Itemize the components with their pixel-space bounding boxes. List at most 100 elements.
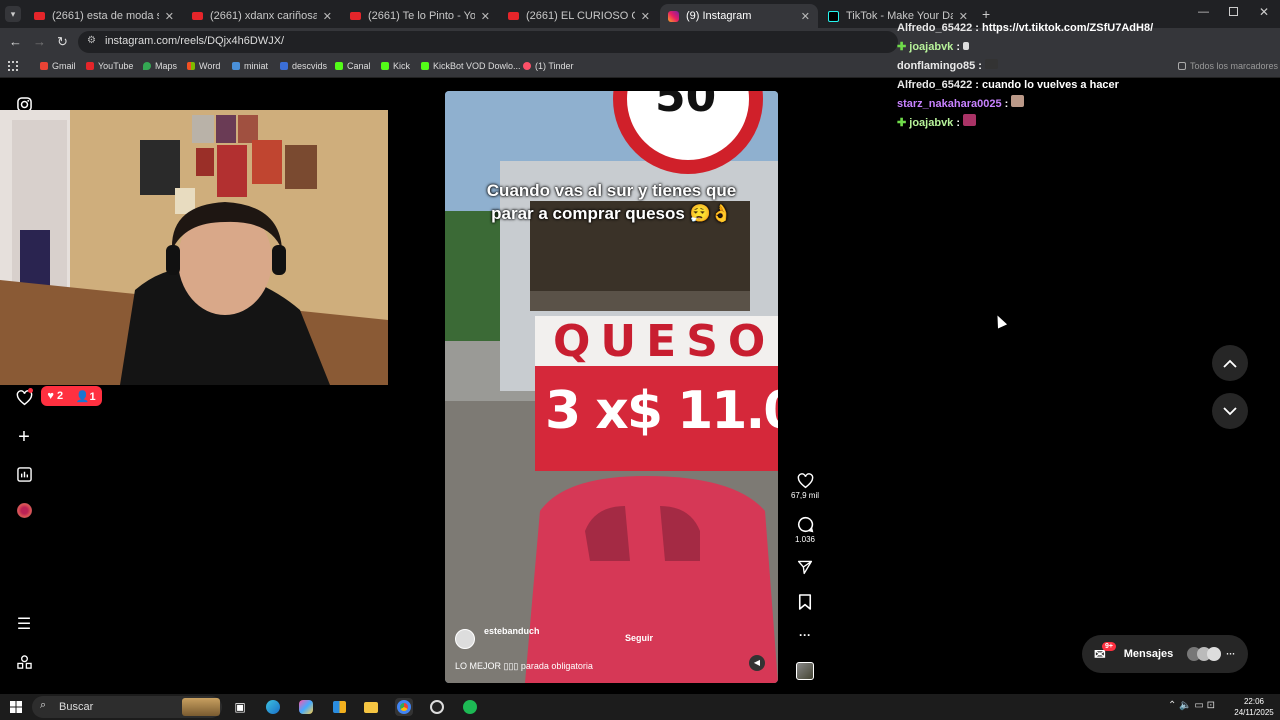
- close-tab-icon[interactable]: ✕: [641, 10, 650, 23]
- chat-message: starz_nakahara0025 :: [892, 95, 1277, 114]
- bookmark-word[interactable]: Word: [187, 61, 220, 71]
- close-tab-icon[interactable]: ✕: [801, 10, 810, 23]
- webcam-scene-image: [0, 110, 388, 385]
- youtube-icon: [86, 62, 94, 70]
- chrome-icon[interactable]: [395, 698, 413, 716]
- chat-message: ✚ joajabvk :: [892, 38, 1277, 57]
- apps-grid-icon[interactable]: [8, 61, 18, 71]
- bookmark-miniat[interactable]: miniat: [232, 61, 268, 71]
- comment-icon: [797, 516, 813, 533]
- edge-icon[interactable]: [264, 698, 282, 716]
- bookmark-kick[interactable]: Kick: [381, 61, 410, 71]
- chat-username: joajabvk: [909, 117, 954, 129]
- reload-icon[interactable]: ↻: [57, 34, 68, 50]
- chat-message: Alfredo_65422 : cuando lo vuelves a hace…: [897, 79, 1119, 91]
- forward-icon[interactable]: →: [33, 34, 46, 49]
- tiktok-icon: [828, 10, 839, 22]
- chat-emote: [985, 59, 999, 69]
- restore-icon[interactable]: [1229, 7, 1238, 16]
- kick-icon: [381, 62, 389, 70]
- browser-tab[interactable]: (2661) EL CURIOSO CASO DE JE✕: [500, 4, 658, 28]
- task-view-icon[interactable]: ▣: [231, 698, 249, 716]
- chat-emote: [963, 114, 977, 126]
- youtube-icon: [350, 12, 361, 20]
- previous-reel-button[interactable]: [1212, 345, 1248, 381]
- menu-hamburger-icon[interactable]: ☰: [14, 614, 34, 634]
- copilot-icon[interactable]: [297, 698, 315, 716]
- chat-badge-icon: ✚: [897, 117, 910, 129]
- close-window-icon[interactable]: ✕: [1259, 5, 1269, 19]
- windows-start-icon[interactable]: [7, 698, 25, 716]
- youtube-icon: [192, 12, 203, 20]
- save-button[interactable]: [790, 594, 820, 612]
- messages-label: Mensajes: [1123, 648, 1174, 660]
- minimize-icon[interactable]: —: [1198, 6, 1209, 18]
- chat-username: joajabvk: [909, 41, 954, 53]
- create-plus-icon[interactable]: +: [14, 426, 34, 448]
- more-apps-icon[interactable]: [14, 652, 34, 672]
- chevron-down-icon: [1223, 406, 1237, 415]
- more-options-icon[interactable]: ···: [790, 628, 820, 642]
- send-icon: [797, 560, 813, 575]
- system-tray[interactable]: ⌃ 🔈 ▭ ⊡: [1168, 700, 1215, 711]
- clock-time: 22:06: [1243, 697, 1265, 706]
- taskbar-search-input[interactable]: ⌕ Buscar: [32, 696, 222, 718]
- likes-count-badge: ♥ 2: [47, 390, 64, 402]
- clock-date: 24/11/2025: [1234, 708, 1274, 717]
- author-username[interactable]: estebanduch: [484, 626, 540, 636]
- kick-icon: [421, 62, 429, 70]
- like-button[interactable]: 67,9 mil: [790, 473, 820, 500]
- chat-emote: [963, 42, 970, 50]
- bookmark-icon: [232, 62, 240, 70]
- store-icon[interactable]: [330, 698, 348, 716]
- youtube-icon: [508, 12, 519, 20]
- profile-avatar-icon[interactable]: [14, 500, 34, 520]
- close-tab-icon[interactable]: ✕: [323, 10, 332, 23]
- chat-message: Alfredo_65422 : https://vt.tiktok.com/ZS…: [897, 22, 1154, 34]
- chat-message: ✚ joajabvk :: [892, 114, 1277, 133]
- bookmark-maps[interactable]: Maps: [143, 61, 177, 71]
- browser-tab-active[interactable]: (9) Instagram ✕: [660, 4, 818, 28]
- site-info-icon[interactable]: ⚙: [87, 35, 96, 46]
- notification-badge[interactable]: ♥ 2 👤1: [41, 386, 102, 406]
- share-button[interactable]: [790, 559, 820, 577]
- next-reel-button[interactable]: [1212, 393, 1248, 429]
- bookmark-icon: [280, 62, 288, 70]
- search-icon: ⌕: [40, 699, 47, 711]
- browser-tab[interactable]: (2661) esta de moda ser flaite -✕: [26, 4, 182, 28]
- messages-button[interactable]: ✉ 9+ Mensajes ···: [1082, 635, 1248, 673]
- chat-username: donflamingo85: [897, 60, 976, 72]
- bookmark-tinder[interactable]: (1) Tinder: [523, 61, 574, 71]
- notification-dot: [28, 388, 33, 393]
- bookmark-youtube[interactable]: YouTube: [86, 61, 133, 71]
- bookmark-canal[interactable]: Canal: [335, 61, 371, 71]
- url-text: instagram.com/reels/DQjx4h6DWJX/: [105, 35, 285, 47]
- chat-message: donflamingo85 :: [892, 57, 1277, 76]
- audio-thumbnail[interactable]: [796, 662, 814, 680]
- dashboard-icon[interactable]: [14, 464, 34, 484]
- chat-badge-icon: ✚: [897, 41, 910, 53]
- bookmark-gmail[interactable]: Gmail: [40, 61, 76, 71]
- taskbar-clock[interactable]: 22:06 24/11/2025: [1232, 696, 1276, 718]
- mute-icon[interactable]: ◀: [749, 655, 765, 671]
- comments-count: 1.036: [794, 535, 816, 544]
- follow-button[interactable]: Seguir: [625, 633, 653, 643]
- close-tab-icon[interactable]: ✕: [165, 10, 174, 23]
- spotify-icon[interactable]: [461, 698, 479, 716]
- address-bar[interactable]: ⚙ instagram.com/reels/DQjx4h6DWJX/: [78, 31, 898, 53]
- chat-username: Alfredo_65422: [897, 79, 973, 91]
- back-icon[interactable]: ←: [9, 34, 22, 49]
- tab-search-icon[interactable]: ▾: [5, 6, 21, 22]
- browser-tab[interactable]: (2661) xdanx cariñosa - YouTube✕: [184, 4, 340, 28]
- close-tab-icon[interactable]: ✕: [481, 10, 490, 23]
- bookmark-descvids[interactable]: descvids: [280, 61, 327, 71]
- reel-video[interactable]: Cuando vas al sur y tienes que parar a c…: [445, 91, 778, 683]
- browser-tab[interactable]: (2661) Te lo Pinto - YouTube✕: [342, 4, 498, 28]
- file-explorer-icon[interactable]: [362, 698, 380, 716]
- author-avatar[interactable]: [455, 629, 475, 649]
- comment-button[interactable]: 1.036: [790, 516, 820, 544]
- obs-icon[interactable]: [428, 698, 446, 716]
- bookmark-kickbot[interactable]: KickBot VOD Dowlo...: [421, 61, 521, 71]
- chevron-up-icon: [1223, 359, 1237, 368]
- notifications-heart-icon[interactable]: [14, 388, 34, 408]
